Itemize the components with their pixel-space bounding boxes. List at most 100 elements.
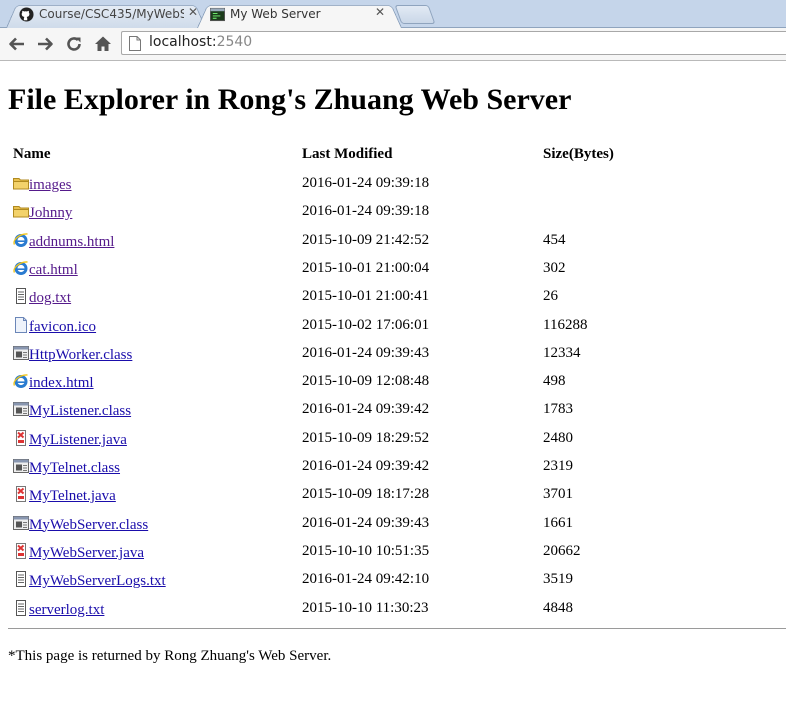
file-link[interactable]: Johnny xyxy=(29,205,72,222)
file-row: MyTelnet.class 2016-01-24 09:39:42 2319 xyxy=(8,457,786,481)
ie-html-icon xyxy=(13,232,29,248)
file-modified: 2015-10-09 21:42:52 xyxy=(302,231,430,248)
file-link[interactable]: images xyxy=(29,177,72,194)
file-link[interactable]: index.html xyxy=(29,375,94,392)
file-row: MyWebServer.class 2016-01-24 09:39:43 1661 xyxy=(8,514,786,538)
file-modified: 2016-01-24 09:39:43 xyxy=(302,514,430,531)
file-row: MyWebServer.java 2015-10-10 10:51:35 20662 xyxy=(8,542,786,566)
file-modified: 2016-01-24 09:39:42 xyxy=(302,458,430,474)
file-size: 20662 xyxy=(543,542,581,559)
file-row: favicon.ico 2015-10-02 17:06:01 116288 xyxy=(8,316,786,340)
file-size: 2319 xyxy=(543,458,573,474)
file-modified: 2016-01-24 09:42:10 xyxy=(302,571,430,588)
file-modified: 2015-10-10 11:30:23 xyxy=(302,599,429,616)
file-size: 454 xyxy=(543,231,566,248)
file-size: 498 xyxy=(543,373,566,390)
tab-title: Course/CSC435/MyWebSe xyxy=(39,7,184,21)
file-modified: 2015-10-01 21:00:04 xyxy=(302,259,430,276)
file-size: 302 xyxy=(543,259,566,276)
divider xyxy=(8,628,786,629)
file-link[interactable]: favicon.ico xyxy=(29,319,96,336)
file-link[interactable]: MyTelnet.class xyxy=(29,460,120,477)
url-host: localhost: xyxy=(149,34,217,50)
class-file-icon xyxy=(13,345,29,361)
tab-close-icon[interactable]: ✕ xyxy=(373,5,387,21)
java-file-icon xyxy=(13,486,29,503)
file-size: 4848 xyxy=(543,599,573,616)
file-link[interactable]: MyListener.class xyxy=(29,403,131,420)
tab-my-web-server[interactable]: My Web Server ✕ xyxy=(197,2,402,29)
file-link[interactable]: addnums.html xyxy=(29,234,114,251)
folder-icon xyxy=(13,175,29,191)
file-row: index.html 2015-10-09 12:08:48 498 xyxy=(8,372,786,396)
address-bar[interactable]: localhost:2540 xyxy=(121,31,786,55)
footer-note: *This page is returned by Rong Zhuang's … xyxy=(8,648,332,664)
file-size: 116288 xyxy=(543,316,588,333)
file-size: 26 xyxy=(543,288,558,305)
file-modified: 2016-01-24 09:39:18 xyxy=(302,203,430,220)
file-row: Johnny 2016-01-24 09:39:18 xyxy=(8,202,786,226)
file-size: 12334 xyxy=(543,344,581,361)
file-modified: 2015-10-09 18:17:28 xyxy=(302,486,430,503)
terminal-icon xyxy=(210,7,225,22)
java-file-icon xyxy=(13,542,29,559)
class-file-icon xyxy=(13,401,29,417)
file-link[interactable]: MyWebServerLogs.txt xyxy=(29,573,166,590)
file-modified: 2016-01-24 09:39:18 xyxy=(302,175,430,191)
file-modified: 2016-01-24 09:39:43 xyxy=(302,344,430,361)
file-size: 2480 xyxy=(543,429,573,446)
file-row: MyWebServerLogs.txt 2016-01-24 09:42:10 35… xyxy=(8,570,786,594)
page-title: File Explorer in Rong's Zhuang Web Serve… xyxy=(8,83,572,116)
file-row: images 2016-01-24 09:39:18 xyxy=(8,174,786,198)
class-file-icon xyxy=(13,515,29,531)
column-header-last-modified: Last Modified xyxy=(302,146,393,162)
file-row: cat.html 2015-10-01 21:00:04 302 xyxy=(8,259,786,283)
file-link[interactable]: MyTelnet.java xyxy=(29,488,116,505)
file-row: MyListener.java 2015-10-09 18:29:52 2480 xyxy=(8,429,786,453)
file-link[interactable]: HttpWorker.class xyxy=(29,347,132,364)
file-link[interactable]: MyWebServer.class xyxy=(29,517,148,534)
browser-toolbar: localhost:2540 xyxy=(0,28,786,61)
file-modified: 2015-10-09 12:08:48 xyxy=(302,373,430,390)
file-size: 3701 xyxy=(543,486,573,503)
file-row: serverlog.txt 2015-10-10 11:30:23 4848 xyxy=(8,599,786,623)
reload-icon[interactable] xyxy=(64,34,84,54)
java-file-icon xyxy=(13,429,29,446)
file-link[interactable]: MyWebServer.java xyxy=(29,545,144,562)
file-modified: 2015-10-09 18:29:52 xyxy=(302,429,430,446)
file-row: dog.txt 2015-10-01 21:00:41 26 xyxy=(8,287,786,311)
file-row: addnums.html 2015-10-09 21:42:52 454 xyxy=(8,231,786,255)
url-port: 2540 xyxy=(216,34,253,50)
folder-icon xyxy=(13,203,29,219)
file-row: HttpWorker.class 2016-01-24 09:39:43 12334 xyxy=(8,344,786,368)
file-modified: 2015-10-02 17:06:01 xyxy=(302,316,430,333)
text-file-icon xyxy=(13,599,29,616)
github-icon xyxy=(19,7,34,22)
file-link[interactable]: MyListener.java xyxy=(29,432,127,449)
home-icon[interactable] xyxy=(93,34,113,54)
file-modified: 2015-10-01 21:00:41 xyxy=(302,288,430,305)
file-modified: 2015-10-10 10:51:35 xyxy=(302,542,430,559)
file-link[interactable]: dog.txt xyxy=(29,290,71,307)
file-row: MyListener.class 2016-01-24 09:39:42 1783 xyxy=(8,400,786,424)
forward-arrow-icon[interactable] xyxy=(35,34,55,54)
file-size: 1661 xyxy=(543,514,573,531)
text-file-icon xyxy=(13,288,29,305)
ie-html-icon xyxy=(13,260,29,276)
column-header-name: Name xyxy=(13,146,51,162)
tab-title: My Web Server xyxy=(230,7,321,21)
text-file-icon xyxy=(13,571,29,588)
blank-file-icon xyxy=(13,316,29,333)
file-link[interactable]: serverlog.txt xyxy=(29,602,104,619)
page-icon xyxy=(129,36,141,51)
column-header-size: Size(Bytes) xyxy=(543,146,614,162)
file-link[interactable]: cat.html xyxy=(29,262,78,279)
back-arrow-icon[interactable] xyxy=(7,34,27,54)
url-text: localhost:2540 xyxy=(149,34,252,50)
file-row: MyTelnet.java 2015-10-09 18:17:28 3701 xyxy=(8,485,786,509)
tab-course-github[interactable]: Course/CSC435/MyWebSe ✕ xyxy=(6,2,206,29)
ie-html-icon xyxy=(13,373,29,389)
tab-strip: Course/CSC435/MyWebSe ✕ My Web Server ✕ xyxy=(0,0,786,29)
class-file-icon xyxy=(13,458,29,474)
file-size: 3519 xyxy=(543,571,573,588)
